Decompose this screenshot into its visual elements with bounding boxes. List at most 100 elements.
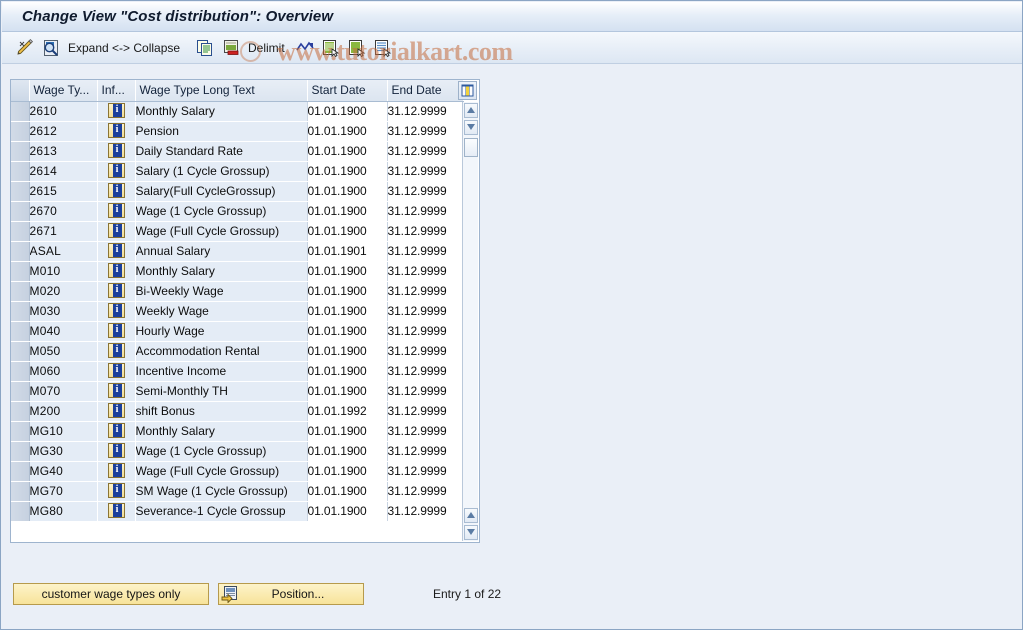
cell-wage-type[interactable]: MG30 <box>29 441 98 462</box>
cell-end-date[interactable]: 31.12.9999 <box>387 381 464 402</box>
cell-wage-type[interactable]: MG10 <box>29 421 98 442</box>
cell-info[interactable] <box>97 201 136 222</box>
display-change-button[interactable] <box>15 36 35 60</box>
row-selector[interactable] <box>11 181 30 202</box>
cell-info[interactable] <box>97 401 136 422</box>
table-row[interactable]: M040 Hourly Wage01.01.190031.12.9999 <box>11 321 464 342</box>
cell-info[interactable] <box>97 221 136 242</box>
table-row[interactable]: 2671 Wage (Full Cycle Grossup)01.01.19003… <box>11 221 464 242</box>
cell-long-text[interactable]: Severance-1 Cycle Grossup <box>135 501 308 522</box>
cell-info[interactable] <box>97 261 136 282</box>
cell-long-text[interactable]: Hourly Wage <box>135 321 308 342</box>
row-selector[interactable] <box>11 401 30 422</box>
cell-start-date[interactable]: 01.01.1900 <box>307 181 388 202</box>
cell-info[interactable] <box>97 381 136 402</box>
cell-wage-type[interactable]: MG80 <box>29 501 98 522</box>
info-icon[interactable] <box>107 183 125 199</box>
row-selector[interactable] <box>11 141 30 162</box>
info-icon[interactable] <box>107 443 125 459</box>
position-button[interactable]: Position... <box>218 583 364 605</box>
cell-start-date[interactable]: 01.01.1900 <box>307 481 388 502</box>
cell-long-text[interactable]: Pension <box>135 121 308 142</box>
cell-start-date[interactable]: 01.01.1900 <box>307 421 388 442</box>
cell-start-date[interactable]: 01.01.1900 <box>307 101 388 122</box>
info-icon[interactable] <box>107 243 125 259</box>
cell-start-date[interactable]: 01.01.1900 <box>307 381 388 402</box>
table-row[interactable]: 2613 Daily Standard Rate01.01.190031.12.9… <box>11 141 464 162</box>
cell-end-date[interactable]: 31.12.9999 <box>387 481 464 502</box>
cell-end-date[interactable]: 31.12.9999 <box>387 221 464 242</box>
cell-info[interactable] <box>97 321 136 342</box>
info-icon[interactable] <box>107 463 125 479</box>
row-selector[interactable] <box>11 341 30 362</box>
scroll-page-up-icon[interactable] <box>464 508 478 523</box>
cell-long-text[interactable]: Salary (1 Cycle Grossup) <box>135 161 308 182</box>
cell-info[interactable] <box>97 481 136 502</box>
row-selector[interactable] <box>11 481 30 502</box>
table-row[interactable]: M050 Accommodation Rental01.01.190031.12.… <box>11 341 464 362</box>
cell-start-date[interactable]: 01.01.1900 <box>307 281 388 302</box>
cell-long-text[interactable]: Wage (1 Cycle Grossup) <box>135 201 308 222</box>
scroll-page-down-icon[interactable] <box>464 525 478 540</box>
cell-start-date[interactable]: 01.01.1992 <box>307 401 388 422</box>
cell-start-date[interactable]: 01.01.1900 <box>307 321 388 342</box>
table-settings-icon[interactable] <box>458 81 477 100</box>
cell-start-date[interactable]: 01.01.1900 <box>307 461 388 482</box>
cell-wage-type[interactable]: 2615 <box>29 181 98 202</box>
display-button[interactable] <box>41 36 61 60</box>
cell-end-date[interactable]: 31.12.9999 <box>387 261 464 282</box>
cell-end-date[interactable]: 31.12.9999 <box>387 141 464 162</box>
cell-end-date[interactable]: 31.12.9999 <box>387 161 464 182</box>
header-start-date[interactable]: Start Date <box>307 80 388 102</box>
cell-wage-type[interactable]: 2614 <box>29 161 98 182</box>
cell-end-date[interactable]: 31.12.9999 <box>387 501 464 522</box>
info-icon[interactable] <box>107 423 125 439</box>
cell-long-text[interactable]: SM Wage (1 Cycle Grossup) <box>135 481 308 502</box>
header-long-text[interactable]: Wage Type Long Text <box>135 80 308 102</box>
info-icon[interactable] <box>107 143 125 159</box>
cell-start-date[interactable]: 01.01.1901 <box>307 241 388 262</box>
cell-info[interactable] <box>97 361 136 382</box>
cell-start-date[interactable]: 01.01.1900 <box>307 261 388 282</box>
table-row[interactable]: MG80 Severance-1 Cycle Grossup01.01.19003… <box>11 501 464 522</box>
cell-long-text[interactable]: Salary(Full CycleGrossup) <box>135 181 308 202</box>
customer-wage-types-only-button[interactable]: customer wage types only <box>13 583 209 605</box>
header-info[interactable]: Inf... <box>97 80 136 102</box>
table-row[interactable]: MG70 SM Wage (1 Cycle Grossup)01.01.19003… <box>11 481 464 502</box>
row-selector[interactable] <box>11 461 30 482</box>
info-icon[interactable] <box>107 223 125 239</box>
cell-start-date[interactable]: 01.01.1900 <box>307 361 388 382</box>
cell-info[interactable] <box>97 101 136 122</box>
table-row[interactable]: 2612 Pension01.01.190031.12.9999 <box>11 121 464 142</box>
cell-start-date[interactable]: 01.01.1900 <box>307 161 388 182</box>
cell-info[interactable] <box>97 461 136 482</box>
cell-long-text[interactable]: Accommodation Rental <box>135 341 308 362</box>
info-icon[interactable] <box>107 303 125 319</box>
cell-long-text[interactable]: Bi-Weekly Wage <box>135 281 308 302</box>
row-selector[interactable] <box>11 121 30 142</box>
table-row[interactable]: MG40 Wage (Full Cycle Grossup)01.01.19003… <box>11 461 464 482</box>
cell-long-text[interactable]: Incentive Income <box>135 361 308 382</box>
info-icon[interactable] <box>107 203 125 219</box>
expand-collapse-button[interactable]: Expand <-> Collapse <box>68 36 180 60</box>
cell-end-date[interactable]: 31.12.9999 <box>387 281 464 302</box>
info-icon[interactable] <box>107 323 125 339</box>
cell-wage-type[interactable]: 2613 <box>29 141 98 162</box>
info-icon[interactable] <box>107 363 125 379</box>
header-select-all[interactable] <box>11 80 30 102</box>
cell-wage-type[interactable]: M070 <box>29 381 98 402</box>
cell-info[interactable] <box>97 281 136 302</box>
info-icon[interactable] <box>107 383 125 399</box>
cell-info[interactable] <box>97 501 136 522</box>
cell-wage-type[interactable]: M040 <box>29 321 98 342</box>
info-icon[interactable] <box>107 123 125 139</box>
cell-long-text[interactable]: Semi-Monthly TH <box>135 381 308 402</box>
cell-end-date[interactable]: 31.12.9999 <box>387 101 464 122</box>
info-icon[interactable] <box>107 343 125 359</box>
cell-end-date[interactable]: 31.12.9999 <box>387 121 464 142</box>
row-selector[interactable] <box>11 281 30 302</box>
cell-wage-type[interactable]: M030 <box>29 301 98 322</box>
scrollbar-thumb[interactable] <box>464 138 478 157</box>
cell-info[interactable] <box>97 441 136 462</box>
row-selector[interactable] <box>11 301 30 322</box>
